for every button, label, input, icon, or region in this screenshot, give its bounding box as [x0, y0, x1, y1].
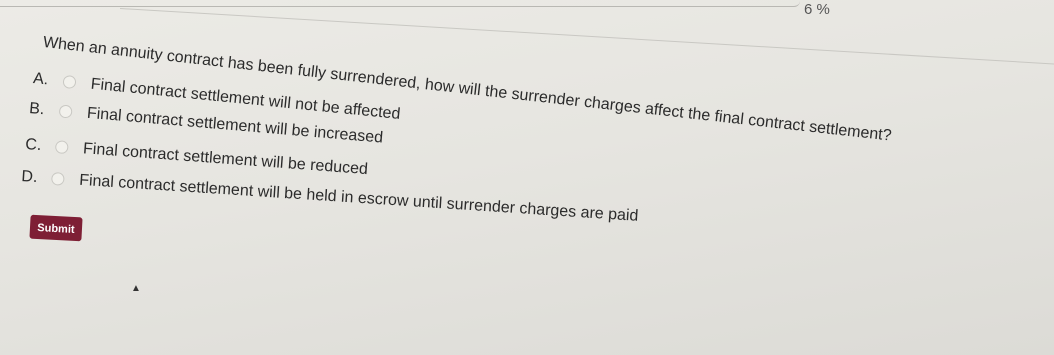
option-d-letter: D.: [20, 168, 38, 186]
option-b-radio[interactable]: [59, 104, 74, 119]
option-a-radio[interactable]: [62, 75, 78, 90]
mouse-cursor-icon: ▲: [131, 283, 141, 294]
option-d-radio[interactable]: [51, 172, 66, 187]
progress-percent: 6 %: [804, 1, 830, 18]
option-c-radio[interactable]: [55, 140, 70, 155]
submit-button[interactable]: Submit: [29, 214, 83, 242]
option-d[interactable]: D. Final contract settlement will be hel…: [21, 168, 639, 226]
option-c-letter: C.: [24, 136, 42, 155]
option-c-label: Final contract settlement will be reduce…: [82, 140, 369, 179]
progress-bar-outline: [0, 0, 800, 7]
option-b-letter: B.: [28, 100, 46, 119]
option-d-label: Final contract settlement will be held i…: [78, 171, 639, 225]
option-a-letter: A.: [32, 70, 50, 89]
